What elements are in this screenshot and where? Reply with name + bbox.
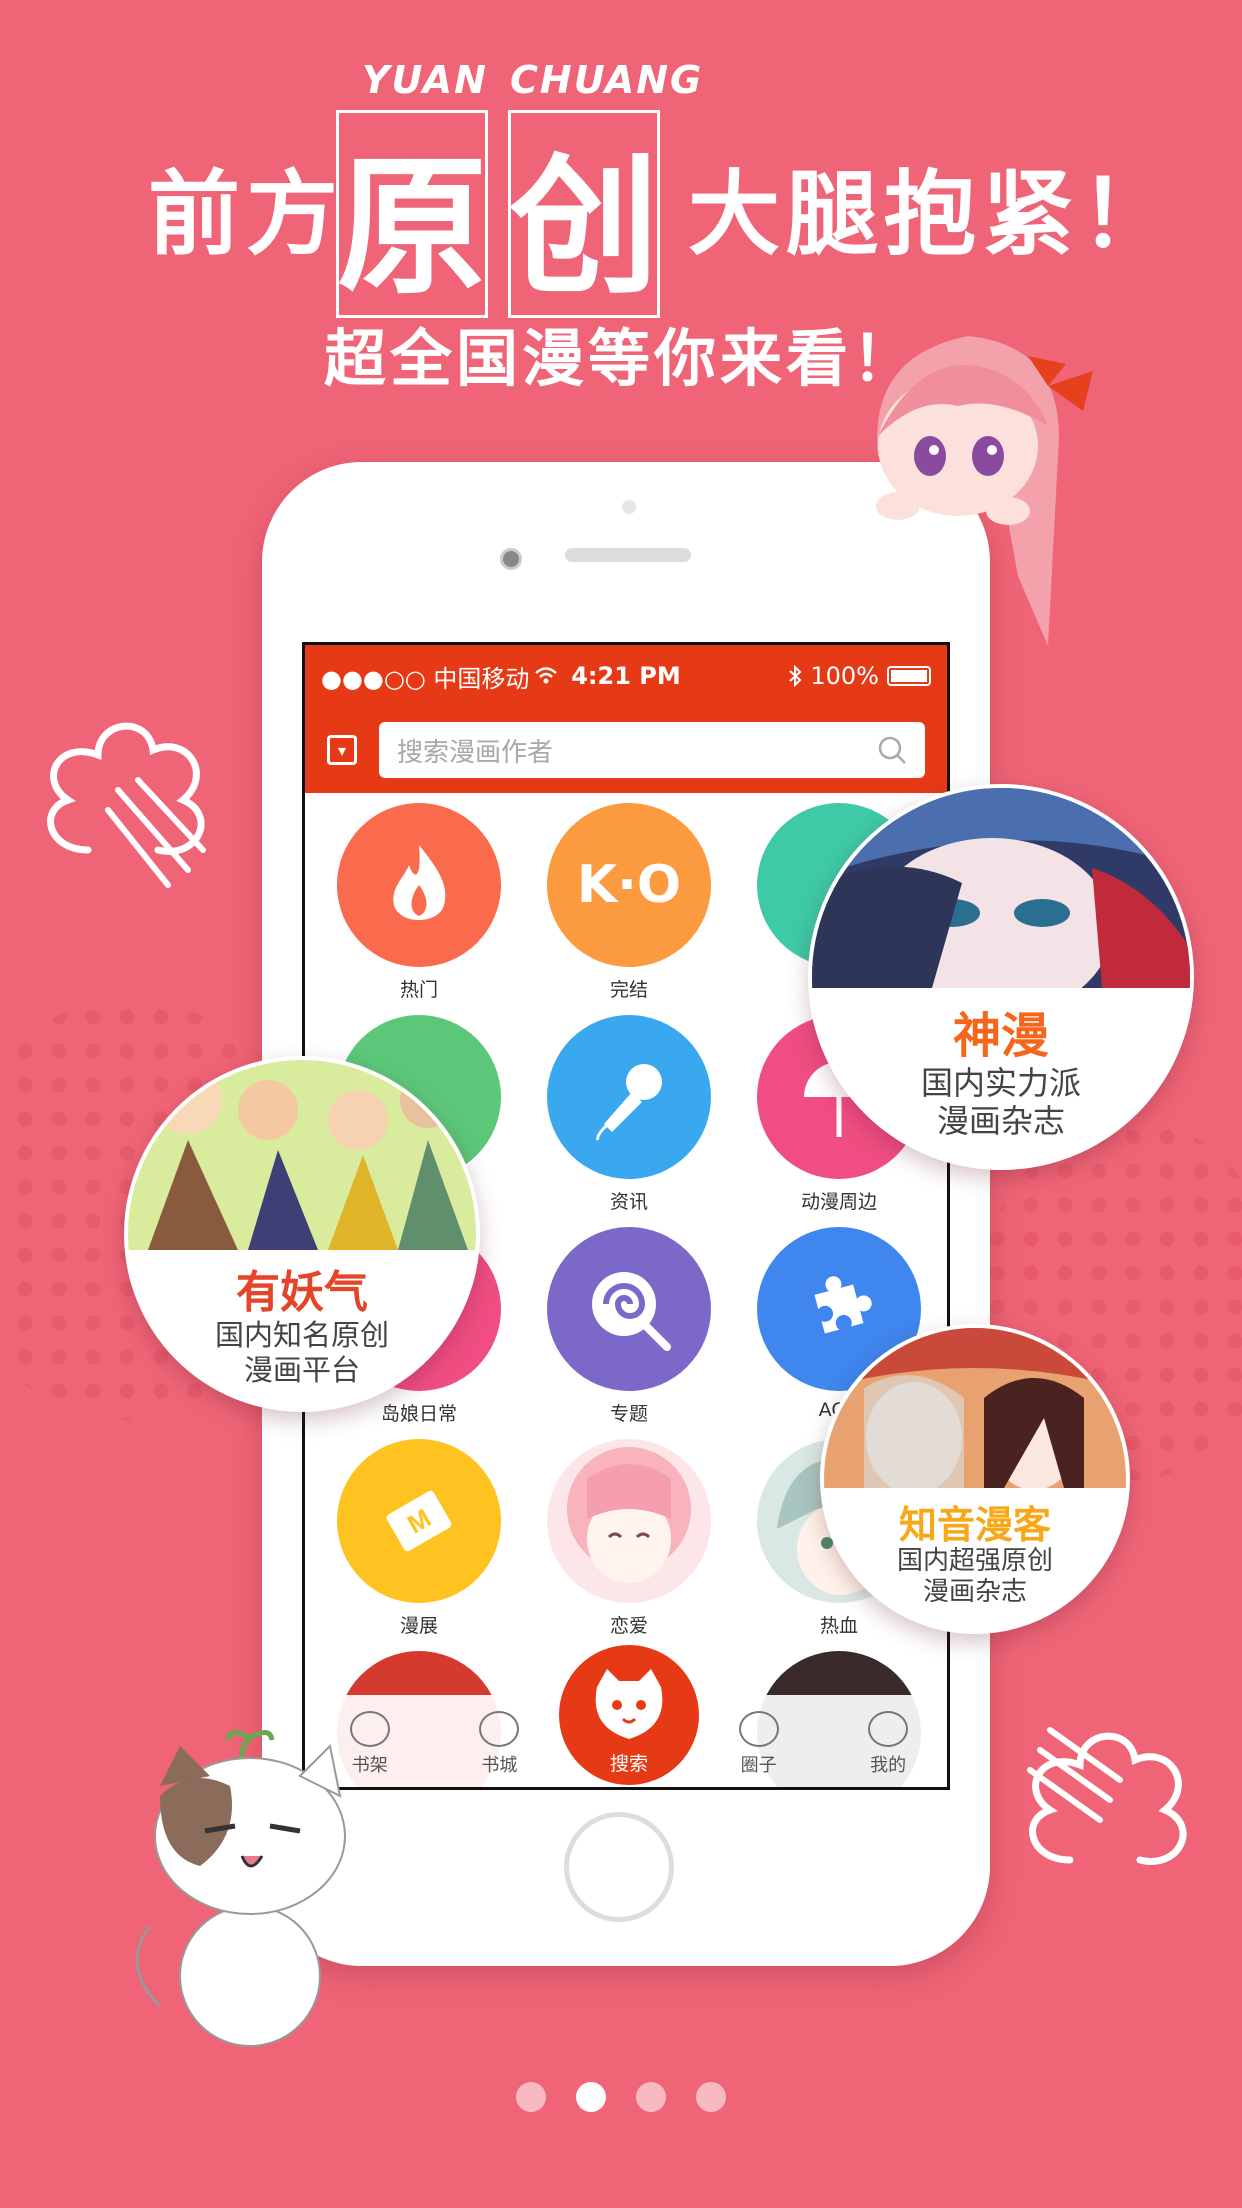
search-icon[interactable] (877, 735, 907, 765)
bubble-desc: 国内实力派 漫画杂志 (920, 1064, 1081, 1141)
sensor-dot (622, 500, 636, 514)
profile-icon (868, 1711, 909, 1747)
status-time: 4:21 PM (571, 662, 681, 690)
lollipop-icon (547, 1227, 711, 1391)
headline-box-yuan: 原 (336, 110, 488, 318)
category-topics[interactable]: 专题 (529, 1227, 729, 1426)
category-label: 动漫周边 (800, 1191, 877, 1213)
category-label: 资讯 (609, 1191, 648, 1213)
bubble-desc: 国内知名原创 漫画平台 (214, 1318, 389, 1387)
page-dot-active[interactable] (576, 2082, 606, 2112)
bubble-title: 有妖气 (236, 1267, 368, 1318)
category-news[interactable]: 资讯 (529, 1015, 729, 1214)
search-input[interactable]: 搜索漫画作者 (379, 722, 925, 778)
status-bar: ●●●○○ 中国移动 4:21 PM 100% (305, 645, 947, 707)
microphone-icon (547, 1015, 711, 1179)
zhiyin-cover-art (824, 1328, 1126, 1488)
category-label: 完结 (609, 979, 648, 1001)
page-indicator (0, 2082, 1242, 2112)
bookstore-icon (479, 1711, 520, 1747)
feature-bubble-youyaoqi[interactable]: 有妖气 国内知名原创 漫画平台 (124, 1056, 480, 1412)
cat-mascot-icon (595, 1669, 663, 1739)
pinyin-yuan: YUAN (362, 58, 488, 102)
ticket-icon: M (337, 1439, 501, 1603)
bubble-title: 知音漫客 (898, 1503, 1051, 1547)
search-placeholder: 搜索漫画作者 (397, 737, 554, 768)
category-romance[interactable]: 恋爱 (529, 1439, 729, 1638)
tab-mine[interactable]: 我的 (823, 1711, 947, 1777)
dropdown-icon[interactable]: ▾ (327, 735, 357, 765)
flower-doodle-icon (47, 722, 206, 888)
home-button[interactable] (564, 1812, 674, 1922)
headline-box-chuang: 创 (508, 110, 660, 318)
feature-bubble-shenman[interactable]: 神漫 国内实力派 漫画杂志 (808, 784, 1194, 1170)
headline: YUAN CHUANG 前方 原 创 大腿抱紧！ (0, 50, 1242, 318)
headline-right: 大腿抱紧！ (688, 161, 1179, 268)
tab-bookstore[interactable]: 书城 (435, 1711, 565, 1777)
bubble-desc: 国内超强原创 漫画杂志 (896, 1546, 1053, 1608)
page-dot[interactable] (516, 2082, 546, 2112)
category-expo[interactable]: M 漫展 (319, 1439, 519, 1638)
category-hot[interactable]: 热门 (319, 803, 519, 1002)
flame-icon (337, 803, 501, 967)
tab-circle[interactable]: 圈子 (694, 1711, 824, 1777)
anime-girl-mascot (876, 336, 1093, 646)
shenman-cover-art (812, 788, 1190, 988)
page-dot[interactable] (696, 2082, 726, 2112)
front-camera (500, 548, 522, 570)
flower-doodle-icon (1027, 1727, 1187, 1865)
category-label: 专题 (609, 1403, 648, 1425)
ko-icon: K·O (547, 803, 711, 967)
headline-left: 前方 (148, 161, 345, 268)
feature-bubble-zhiyin[interactable]: 知音漫客 国内超强原创 漫画杂志 (820, 1324, 1130, 1634)
anime-girl-avatar (547, 1439, 711, 1603)
category-label: 恋爱 (609, 1615, 648, 1637)
earpiece-speaker (565, 548, 691, 562)
category-label: 热门 (399, 979, 438, 1001)
tab-search[interactable]: 搜索 (559, 1645, 699, 1785)
cat-mascot (135, 1730, 346, 2047)
bubble-title: 神漫 (952, 1008, 1049, 1064)
category-finished[interactable]: K·O 完结 (529, 803, 729, 1002)
pinyin-chuang: CHUANG (510, 58, 704, 102)
nav-bar: ▾ 搜索漫画作者 (305, 707, 947, 793)
circle-icon (738, 1711, 779, 1747)
youyaoqi-cover-art (128, 1060, 476, 1250)
page-dot[interactable] (636, 2082, 666, 2112)
category-label: 漫展 (399, 1615, 438, 1637)
